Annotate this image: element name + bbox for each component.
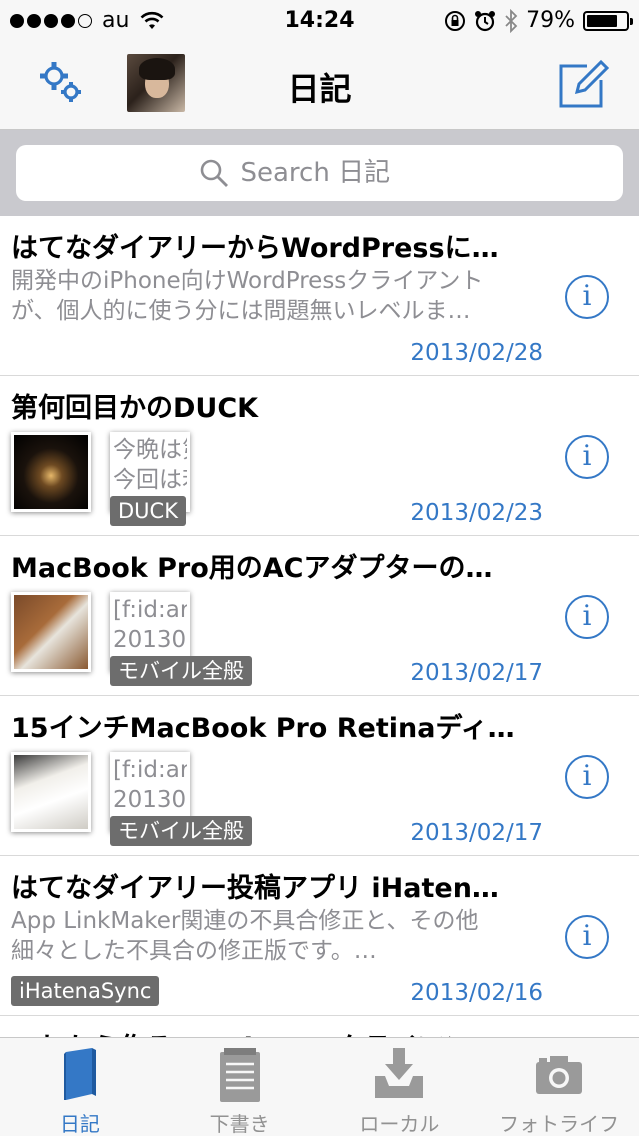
entry-tag: DUCK: [110, 496, 186, 526]
compose-icon[interactable]: [557, 58, 609, 110]
download-tray-icon: [375, 1048, 424, 1098]
excerpt-line: App LinkMaker関連の不具合修正と、その他: [11, 908, 479, 934]
search-input[interactable]: [240, 158, 441, 188]
info-icon[interactable]: i: [565, 435, 609, 479]
entry-thumbnail: [11, 432, 91, 512]
tab-bar: 日記 下書き ローカル フォトライフ: [0, 1037, 639, 1136]
tab-label: 下書き: [209, 1112, 270, 1136]
alarm-icon: [475, 10, 496, 31]
bluetooth-icon: [505, 8, 518, 33]
entry-title: はてなダイアリー投稿アプリ iHaten…: [11, 873, 499, 904]
info-icon[interactable]: i: [565, 915, 609, 959]
entry-date: 2013/02/17: [410, 660, 543, 686]
entry-title: MacBook Pro用のACアダプターの…: [11, 553, 493, 584]
status-bar: au 14:24 79%: [0, 0, 639, 42]
tab-label: フォトライフ: [499, 1112, 620, 1136]
tab-local[interactable]: ローカル: [320, 1038, 480, 1136]
battery-level-fill: [587, 14, 618, 27]
entry-row[interactable]: はてなダイアリー投稿アプリ iHaten… App LinkMaker関連の不具…: [0, 856, 639, 1016]
tab-diary[interactable]: 日記: [0, 1038, 160, 1136]
entry-row[interactable]: 第何回目かのDUCK 今晩は第何回目かのDUCKでした。 今回は若い女性の新規参…: [0, 376, 639, 536]
battery-percent: 79%: [526, 8, 575, 33]
entry-date: 2013/02/17: [410, 820, 543, 846]
search-area: [0, 130, 639, 216]
tab-drafts[interactable]: 下書き: [160, 1038, 320, 1136]
status-right: 79%: [444, 8, 633, 33]
page-title: 日記: [287, 70, 352, 108]
excerpt-line: 今晩は第何回目かのDUCKでした。: [113, 437, 187, 463]
entry-date: 2013/02/16: [410, 980, 543, 1006]
entry-tag: モバイル全般: [110, 816, 252, 846]
excerpt-line: 20130216191427j:image:w320]…: [113, 787, 187, 813]
draft-notepad-icon: [219, 1048, 260, 1102]
entry-date: 2013/02/28: [410, 340, 543, 366]
entry-title: はてなダイアリーからWordPressに…: [11, 233, 499, 264]
excerpt-line: が、個人的に使う分には問題無いレベルま…: [11, 298, 471, 324]
entry-list: はてなダイアリーからWordPressに… 開発中のiPhone向けWordPr…: [0, 216, 639, 1076]
excerpt-line: 20130217010250j:image:w320]…: [113, 627, 187, 653]
excerpt-line: 今回は若い女性の新規参加者がお…: [113, 467, 187, 493]
search-field[interactable]: [16, 145, 623, 201]
battery-icon: [583, 10, 633, 31]
rotation-lock-icon: [445, 10, 466, 31]
excerpt-line: 開発中のiPhone向けWordPressクライアント: [11, 268, 484, 294]
entry-excerpt: App LinkMaker関連の不具合修正と、その他 細々とした不具合の修正版で…: [11, 906, 541, 966]
excerpt-line: [f:id:aroooy:: [113, 757, 187, 783]
entry-row[interactable]: 15インチMacBook Pro Retinaディ… [f:id:aroooy:…: [0, 696, 639, 856]
entry-thumbnail: [11, 752, 91, 832]
entry-tag: モバイル全般: [110, 656, 252, 686]
entry-title: 15インチMacBook Pro Retinaディ…: [11, 713, 515, 744]
info-icon[interactable]: i: [565, 595, 609, 639]
tab-label: ローカル: [359, 1112, 440, 1136]
entry-row[interactable]: はてなダイアリーからWordPressに… 開発中のiPhone向けWordPr…: [0, 216, 639, 376]
info-icon[interactable]: i: [565, 275, 609, 319]
tab-label: 日記: [59, 1112, 100, 1136]
entry-title: 第何回目かのDUCK: [11, 393, 259, 424]
entry-tag: iHatenaSync: [11, 976, 160, 1006]
info-icon[interactable]: i: [565, 755, 609, 799]
entry-thumbnail: [11, 592, 91, 672]
camera-icon: [536, 1056, 583, 1094]
entry-excerpt: 開発中のiPhone向けWordPressクライアント が、個人的に使う分には問…: [11, 266, 541, 326]
navigation-bar: 日記: [0, 42, 639, 130]
excerpt-line: 細々とした不具合の修正版です。…: [11, 938, 377, 964]
search-icon: [200, 159, 228, 187]
tab-fotolife[interactable]: フォトライフ: [479, 1038, 639, 1136]
entry-row[interactable]: MacBook Pro用のACアダプターの… [f:id:aroooy: 201…: [0, 536, 639, 696]
diary-book-icon: [63, 1048, 96, 1100]
excerpt-line: [f:id:aroooy:: [113, 597, 187, 623]
entry-date: 2013/02/23: [410, 500, 543, 526]
